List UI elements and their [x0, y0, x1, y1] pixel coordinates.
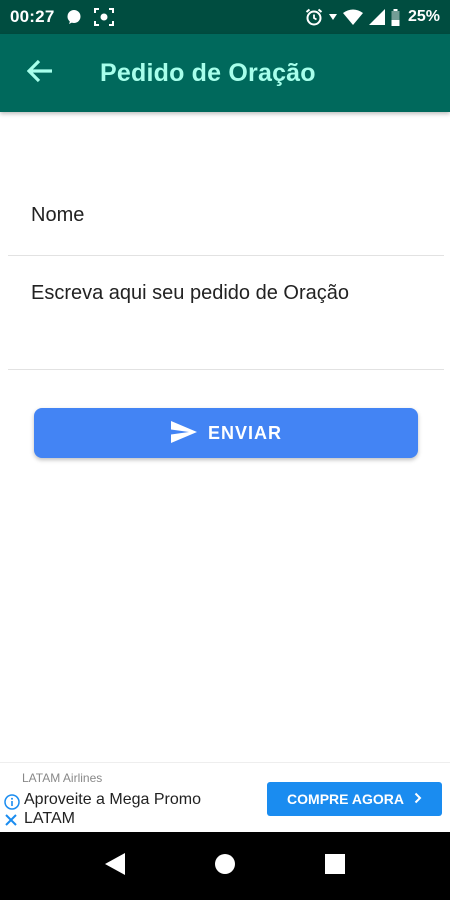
- camera-focus-icon: [94, 8, 115, 26]
- home-circle-icon: [214, 853, 236, 880]
- ad-info-icon[interactable]: [4, 794, 20, 810]
- data-arrow-icon: [328, 13, 337, 21]
- send-icon: [170, 420, 198, 447]
- status-right-icons: 25%: [305, 8, 440, 26]
- whatsapp-icon: [66, 9, 82, 25]
- nav-home-button[interactable]: [200, 841, 250, 891]
- status-left-icons: [66, 8, 115, 26]
- system-nav-bar: [0, 832, 450, 900]
- recents-square-icon: [325, 853, 345, 879]
- arrow-back-icon: [26, 59, 53, 88]
- ad-advertiser: LATAM Airlines: [22, 771, 103, 785]
- send-button[interactable]: ENVIAR: [34, 408, 418, 458]
- ad-cta-label: COMPRE AGORA: [287, 791, 404, 807]
- wifi-icon: [342, 9, 363, 25]
- prayer-request-input[interactable]: [8, 278, 444, 318]
- nav-back-button[interactable]: [90, 841, 140, 891]
- back-triangle-icon: [104, 852, 126, 881]
- battery-icon: [391, 8, 400, 26]
- page-title: Pedido de Oração: [100, 58, 316, 87]
- chevron-right-icon: [414, 791, 422, 807]
- nav-recents-button[interactable]: [310, 841, 360, 891]
- signal-icon: [368, 9, 385, 25]
- ad-cta-button[interactable]: COMPRE AGORA: [267, 782, 442, 816]
- app-bar: Pedido de Oração: [0, 34, 450, 112]
- alarm-icon: [305, 8, 323, 26]
- status-time: 00:27: [10, 7, 55, 26]
- request-field-container: [8, 278, 444, 370]
- battery-percent: 25%: [407, 8, 440, 25]
- ad-close-icon[interactable]: [4, 813, 18, 832]
- name-field-container: [8, 190, 444, 256]
- back-button[interactable]: [18, 51, 62, 95]
- name-input[interactable]: [8, 190, 444, 240]
- ad-banner: LATAM Airlines Aproveite a Mega Promo LA…: [0, 762, 450, 832]
- ad-headline: Aproveite a Mega Promo LATAM: [24, 791, 201, 827]
- send-button-label: ENVIAR: [207, 422, 282, 443]
- status-bar: 00:27 25%: [0, 0, 450, 34]
